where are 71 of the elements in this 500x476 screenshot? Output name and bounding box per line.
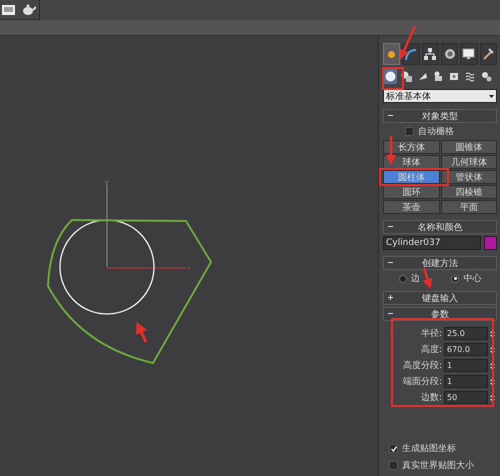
checkbox[interactable] [405,127,414,136]
rollout-title: 键盘输入 [422,292,458,304]
rollout-title: 创建方法 [422,258,458,270]
radio-button[interactable] [451,274,460,282]
highlight-box [382,67,404,90]
panel-tab[interactable] [460,43,478,65]
checkbox[interactable] [389,444,398,453]
hierarchy-icon [424,48,436,60]
color-swatch[interactable] [484,236,497,250]
caret-icon [489,94,494,98]
object-button[interactable]: 圆锥体 [440,140,497,154]
rollout-header[interactable]: 创建方法 [383,256,497,270]
render-frame-icon[interactable] [2,2,16,16]
camera-icon [432,70,444,82]
lamp-icon [416,70,428,82]
annotation-arrow [399,25,416,60]
spinner-icon[interactable] [490,360,495,370]
panel-tab[interactable] [480,43,497,65]
rollout-header[interactable]: 名称和颜色 [383,220,497,234]
rollout-title: 名称和颜色 [418,222,462,234]
annotation-arrow [386,136,396,165]
object-button[interactable]: 茶壶 [383,200,440,214]
parameter-field[interactable]: 670.0 [444,343,488,356]
parameter-label: 高度分段: [402,360,442,372]
object-button[interactable]: 几何球体 [440,155,497,169]
checkbox[interactable] [389,461,398,470]
parameter-label: 高度: [420,344,442,356]
parameter-label: 端面分段: [402,376,442,388]
rollout-title: 对象类型 [422,110,458,122]
highlight-box [379,168,449,186]
parameter-label: 半径: [420,328,442,340]
rollout-header[interactable]: 对象类型 [383,109,497,123]
arc-icon [404,48,418,60]
annotation-arrow [136,322,148,343]
hammer-icon [482,48,494,60]
parameter-field[interactable]: 1 [444,359,488,372]
radio-label: 边 [410,272,420,285]
teapot-icon[interactable] [20,2,36,16]
parameter-field[interactable]: 50 [444,391,488,404]
sphere-icon [384,70,396,82]
category-dropdown[interactable]: 标准基本体 [383,89,497,103]
gears-icon [480,70,492,82]
shapes-icon [400,70,412,82]
monitor-icon [462,48,476,60]
spinner-icon[interactable] [490,392,495,402]
object-button[interactable]: 四棱锥 [440,185,497,199]
panel-tab[interactable] [440,43,458,65]
tape-icon [448,70,460,82]
radio-label: 中心 [463,272,482,285]
radio-button[interactable] [398,274,407,282]
parameter-field[interactable]: 1 [444,375,488,388]
checkbox-label: 生成贴图坐标 [402,442,456,455]
parameter-field[interactable]: 25.0 [444,327,488,340]
rollout-header[interactable]: 键盘输入 [383,291,497,305]
circle-icon [444,48,456,60]
object-button[interactable]: 圆环 [383,185,440,199]
object-button[interactable]: 长方体 [383,140,440,154]
object-button[interactable]: 管状体 [440,170,497,184]
spinner-icon[interactable] [490,328,495,338]
annotation-arrow [422,268,432,289]
sun-icon [387,50,396,58]
name-field[interactable]: Cylinder037 [383,236,481,250]
checkbox-label: 真实世界贴图大小 [402,460,474,472]
rollout-title: 参数 [431,308,449,320]
parameter-label: 边数: [420,392,442,404]
spinner-icon[interactable] [490,344,495,354]
object-button[interactable]: 平面 [440,200,497,214]
waves-icon [464,70,476,82]
checkbox-label: 自动栅格 [418,126,454,138]
spinner-icon[interactable] [490,376,495,386]
panel-tab[interactable] [422,43,439,65]
